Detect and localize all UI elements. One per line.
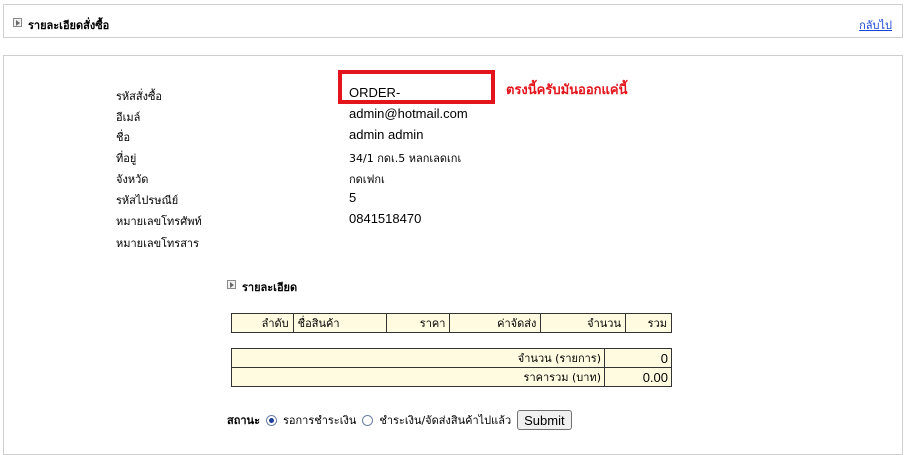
details-title: รายละเอียด [242,281,298,294]
column-header: ราคา [385,313,451,333]
name-value: admin admin [349,127,424,142]
summary-value: 0.00 [604,367,672,387]
status-radio-pending-label: รอการชำระเงิน [282,414,357,427]
status-radio-paid[interactable] [362,414,374,426]
phone-value: 0841518470 [349,211,422,226]
name-label: ชื่อ [116,131,131,144]
arrow-right-icon [13,18,22,27]
postal-code-value: 5 [349,190,357,205]
items-table: ลำดับ ชื่อสินค้า ราคา ค่าจัดส่ง จำนวน รว… [231,313,673,333]
summary-row: ราคารวม (บาท) 0.00 [231,367,672,387]
summary-table: จำนวน (รายการ) 0 ราคารวม (บาท) 0.00 [231,348,672,387]
address-value: 34/1 กดเ.5 หลกเลดเกเ [349,152,462,165]
column-header: ชื่อสินค้า [292,313,387,333]
summary-value: 0 [604,348,672,368]
summary-row: จำนวน (รายการ) 0 [231,348,672,368]
summary-label: ราคารวม (บาท) [231,367,605,387]
table-header-row: ลำดับ ชื่อสินค้า ราคา ค่าจัดส่ง จำนวน รว… [231,313,673,333]
arrow-right-icon [227,280,236,289]
highlight-box [338,70,495,104]
submit-button[interactable]: Submit [517,410,572,430]
email-value: admin@hotmail.com [349,106,468,121]
status-row: สถานะ รอการชำระเงิน ชำระเงิน/จัดส่งสินค้… [227,409,572,431]
column-header: จำนวน [540,313,626,333]
column-header: ค่าจัดส่ง [449,313,542,333]
status-label: สถานะ [227,414,260,427]
status-radio-pending[interactable] [265,414,277,426]
province-label: จังหวัด [116,173,149,186]
column-header: ลำดับ [231,313,294,333]
phone-label: หมายเลขโทรศัพท์ [116,215,202,228]
province-value: กดเฟกเ [349,173,385,186]
status-radio-paid-label: ชำระเงิน/จัดส่งสินค้าไปแล้ว [379,414,512,427]
summary-label: จำนวน (รายการ) [231,348,605,368]
column-header: รวม [624,313,673,333]
address-label: ที่อยู่ [116,152,137,165]
postal-code-label: รหัสไปรษณีย์ [116,194,179,207]
email-label: อีเมล์ [116,111,141,124]
fax-label: หมายเลขโทรสาร [116,237,200,250]
back-link[interactable]: กลับไป [859,16,892,34]
order-id-label: รหัสสั่งซื้อ [116,90,163,103]
annotation-text: ตรงนี้ครับมันออกแค่นี้ [506,83,628,98]
page-header: รายละเอียดสั่งซื้อ กลับไป [3,4,903,38]
page-title: รายละเอียดสั่งซื้อ [28,19,110,32]
